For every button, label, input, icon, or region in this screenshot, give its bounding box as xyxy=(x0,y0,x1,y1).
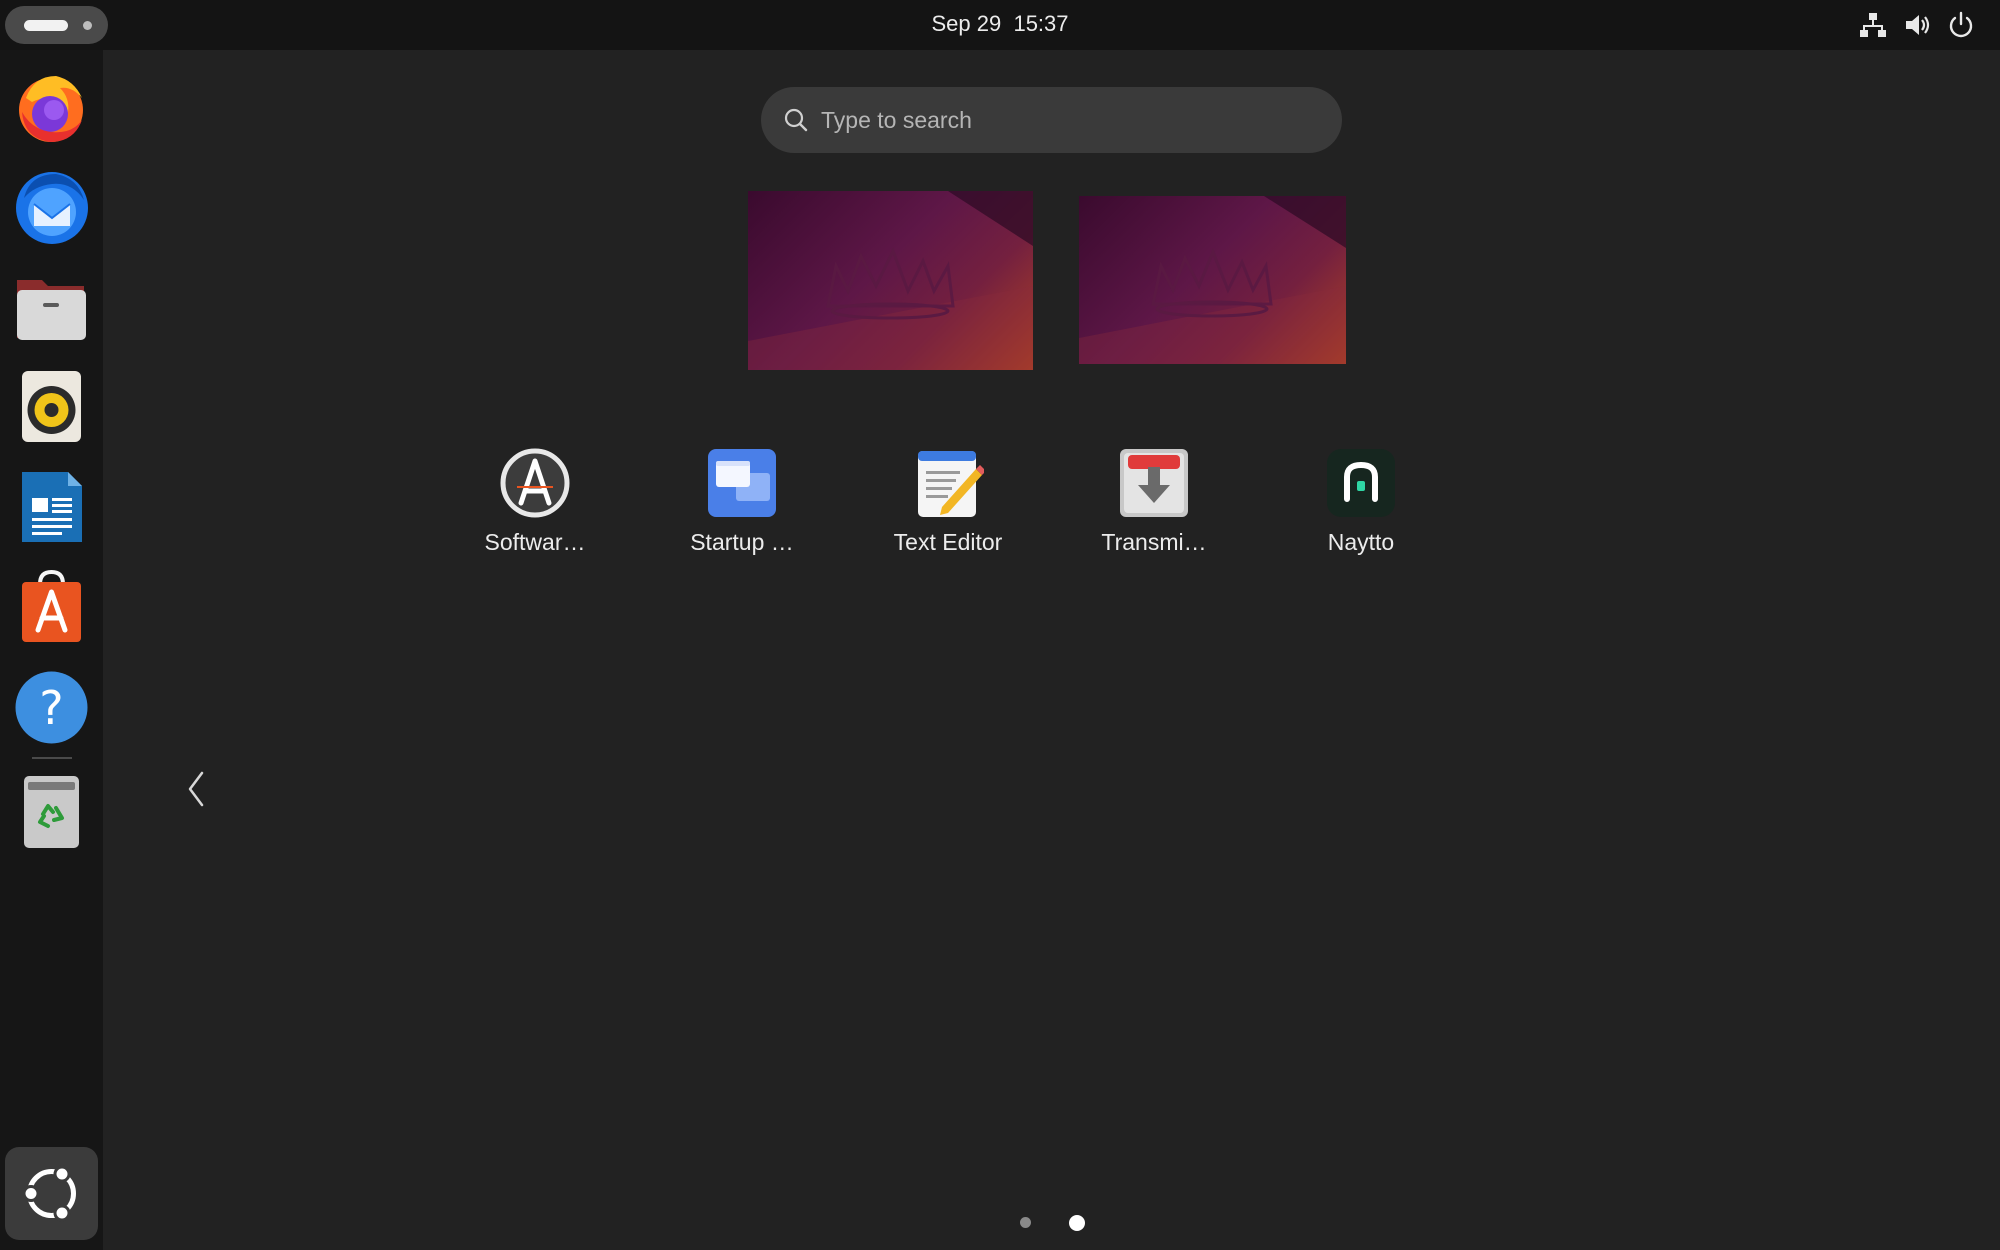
search-bar[interactable] xyxy=(761,87,1342,153)
wallpaper-crown-icon xyxy=(1079,196,1346,364)
app-label: Naytto xyxy=(1327,529,1395,555)
firefox-icon xyxy=(19,76,83,142)
app-text-editor[interactable]: Text Editor xyxy=(868,445,1028,565)
top-bar: Sep 29 15:37 xyxy=(0,0,2000,50)
workspace-thumbnail-1[interactable] xyxy=(748,191,1033,370)
app-naytto[interactable]: Naytto xyxy=(1281,445,1441,565)
workspace-dot-icon xyxy=(83,21,92,30)
svg-text:?: ? xyxy=(39,681,63,735)
dock-files[interactable] xyxy=(12,268,91,347)
power-icon[interactable] xyxy=(1946,10,1976,40)
chevron-left-icon xyxy=(188,771,204,807)
page-indicator-2[interactable] xyxy=(1069,1215,1085,1231)
dock-app-center[interactable] xyxy=(12,568,91,647)
dock-rhythmbox[interactable] xyxy=(12,368,91,447)
dock-firefox[interactable] xyxy=(12,68,91,147)
dock: ? xyxy=(0,50,103,1250)
naytto-icon xyxy=(1327,449,1395,517)
search-icon xyxy=(784,108,808,132)
wallpaper-crown-icon xyxy=(748,191,1033,370)
ubuntu-logo-icon xyxy=(22,1165,76,1222)
network-icon[interactable] xyxy=(1858,10,1888,40)
transmission-icon xyxy=(1120,449,1188,517)
app-software-updater[interactable]: Softwar… xyxy=(455,445,615,565)
dock-help[interactable]: ? xyxy=(12,668,91,747)
dock-thunderbird[interactable] xyxy=(12,168,91,247)
trash-recycle-icon xyxy=(24,776,79,848)
volume-icon[interactable] xyxy=(1903,10,1933,40)
app-label: Text Editor xyxy=(893,529,1003,555)
app-transmission[interactable]: Transmi… xyxy=(1074,445,1234,565)
app-label: Transmi… xyxy=(1101,529,1207,555)
app-center-bag-icon xyxy=(22,569,81,642)
thunderbird-icon xyxy=(16,172,88,244)
clock-time: 15:37 xyxy=(1013,11,1069,36)
text-editor-icon xyxy=(918,451,984,517)
startup-applications-icon xyxy=(708,449,776,517)
dock-trash[interactable] xyxy=(12,772,91,851)
workspace-thumbnail-2[interactable] xyxy=(1079,196,1346,364)
app-label: Startup … xyxy=(690,529,794,555)
dock-libreoffice-writer[interactable] xyxy=(12,468,91,547)
files-folder-icon xyxy=(17,280,86,340)
clock-date: Sep 29 xyxy=(931,11,1002,36)
help-question-icon: ? xyxy=(15,671,88,744)
search-input[interactable] xyxy=(821,97,1321,143)
software-updater-icon xyxy=(500,448,570,518)
previous-page-button[interactable] xyxy=(180,765,212,813)
rhythmbox-speaker-icon xyxy=(22,371,81,442)
page-indicator-1[interactable] xyxy=(1020,1217,1031,1228)
activities-button[interactable] xyxy=(5,6,108,44)
clock: Sep 29 15:37 xyxy=(0,0,2000,50)
app-label: Softwar… xyxy=(484,529,586,555)
clock-button[interactable]: Sep 29 15:37 xyxy=(931,11,1068,36)
app-startup-applications[interactable]: Startup … xyxy=(662,445,822,565)
activities-pill-icon xyxy=(24,20,68,31)
dock-separator xyxy=(32,757,72,759)
writer-document-icon xyxy=(22,472,82,542)
show-apps-button[interactable] xyxy=(5,1147,98,1240)
